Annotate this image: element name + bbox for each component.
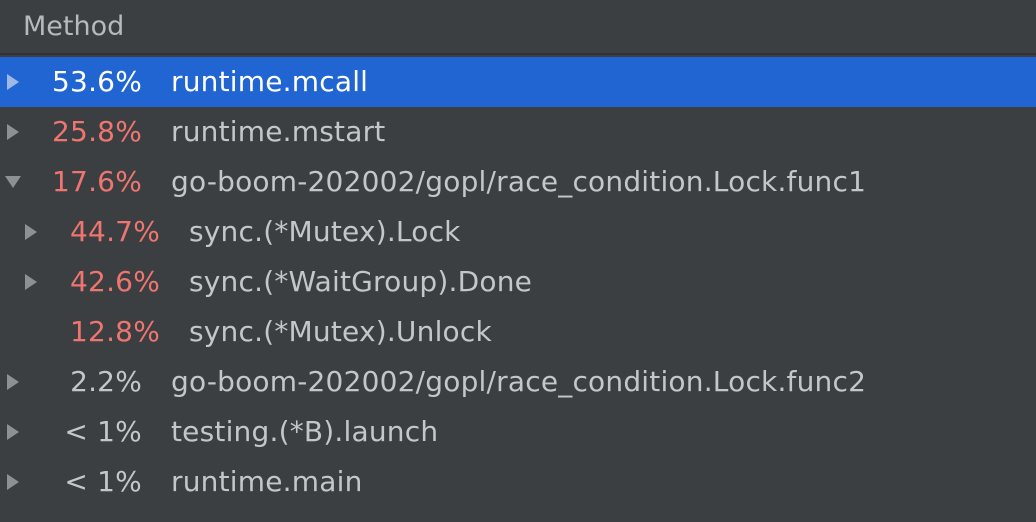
collapsed-arrow-icon[interactable] (0, 107, 26, 157)
collapsed-arrow-icon[interactable] (18, 207, 44, 257)
percent-value: 53.6% (52, 65, 142, 98)
collapsed-arrow-icon[interactable] (0, 457, 26, 507)
method-name: sync.(*Mutex).Lock (189, 215, 461, 248)
method-name: runtime.main (171, 465, 363, 498)
percent-value: 17.6% (52, 165, 142, 198)
tree-row[interactable]: 42.6% sync.(*WaitGroup).Done (0, 257, 1036, 307)
percent-value: 44.7% (70, 215, 160, 248)
tree-row[interactable]: 25.8% runtime.mstart (0, 107, 1036, 157)
call-tree: 53.6% runtime.mcall 25.8% runtime.mstart 17.… (0, 57, 1036, 507)
expanded-arrow-icon[interactable] (0, 157, 26, 207)
tree-row[interactable]: 44.7% sync.(*Mutex).Lock (0, 207, 1036, 257)
tree-row[interactable]: < 1% runtime.main (0, 457, 1036, 507)
tree-row[interactable]: 2.2% go-boom-202002/gopl/race_condition.L… (0, 357, 1036, 407)
method-name: sync.(*Mutex).Unlock (189, 315, 492, 348)
percent-value: < 1% (64, 465, 142, 498)
tree-row[interactable]: 53.6% runtime.mcall (0, 57, 1036, 107)
column-header[interactable]: Method (0, 0, 1036, 55)
percent-value: 25.8% (52, 115, 142, 148)
method-name: runtime.mstart (171, 115, 386, 148)
method-name: go-boom-202002/gopl/race_condition.Lock.… (171, 165, 867, 198)
collapsed-arrow-icon[interactable] (0, 407, 26, 457)
method-name: sync.(*WaitGroup).Done (189, 265, 533, 298)
header-divider (0, 53, 1036, 55)
collapsed-arrow-icon[interactable] (18, 257, 44, 307)
tree-row[interactable]: 12.8% sync.(*Mutex).Unlock (0, 307, 1036, 357)
method-name: runtime.mcall (171, 65, 369, 98)
method-name: go-boom-202002/gopl/race_condition.Lock.… (171, 365, 867, 398)
tree-row[interactable]: 17.6% go-boom-202002/gopl/race_condition.… (0, 157, 1036, 207)
collapsed-arrow-icon[interactable] (0, 357, 26, 407)
percent-value: < 1% (64, 415, 142, 448)
tree-row[interactable]: < 1% testing.(*B).launch (0, 407, 1036, 457)
method-name: testing.(*B).launch (171, 415, 439, 448)
percent-value: 12.8% (70, 315, 160, 348)
method-column-label: Method (23, 11, 125, 42)
collapsed-arrow-icon[interactable] (0, 57, 26, 107)
percent-value: 2.2% (70, 365, 142, 398)
call-tree-panel: Method 53.6% runtime.mcall 25.8% runtime.ms… (0, 0, 1036, 522)
percent-value: 42.6% (70, 265, 160, 298)
